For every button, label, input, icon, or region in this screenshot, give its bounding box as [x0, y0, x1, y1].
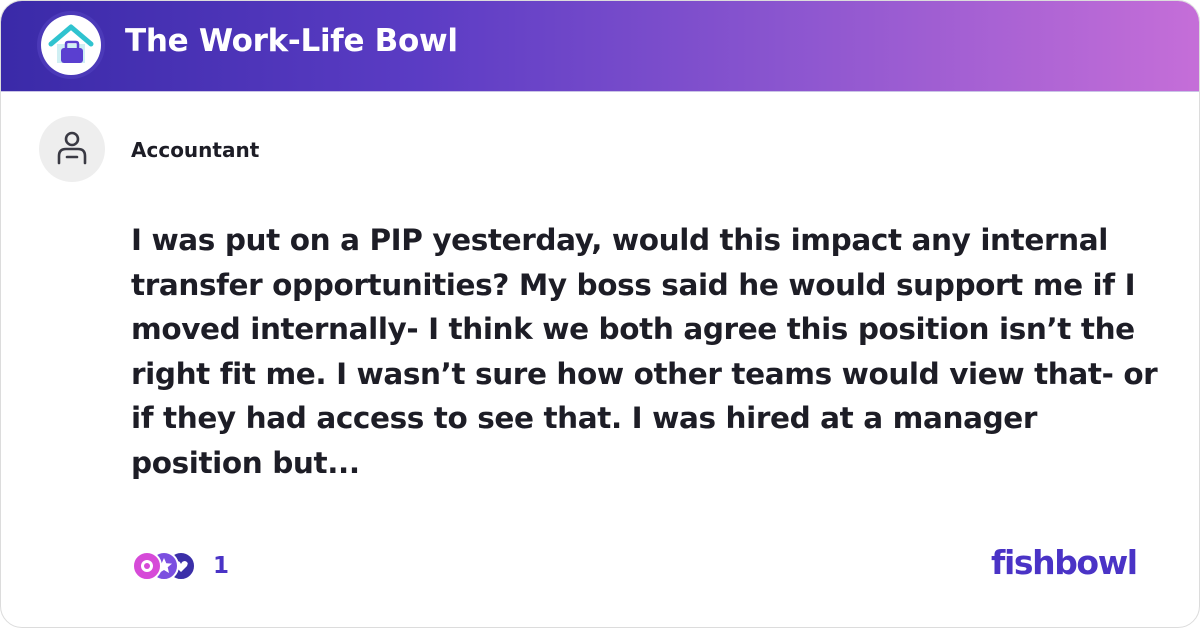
anonymous-user-icon [57, 131, 87, 165]
like-reaction-icon [132, 551, 162, 581]
post-card: The Work-Life Bowl Accountant I was put … [0, 0, 1200, 628]
house-briefcase-icon[interactable] [37, 11, 105, 79]
reaction-count[interactable]: 1 [213, 550, 229, 582]
bowl-title[interactable]: The Work-Life Bowl [125, 23, 458, 59]
author-name[interactable]: Accountant [131, 138, 259, 162]
reaction-icons[interactable] [131, 550, 199, 582]
bowl-header: The Work-Life Bowl [1, 1, 1199, 92]
fishbowl-logo[interactable]: fishbowl [991, 543, 1138, 582]
avatar[interactable] [39, 116, 105, 182]
post-body[interactable]: I was put on a PIP yesterday, would this… [131, 218, 1171, 485]
